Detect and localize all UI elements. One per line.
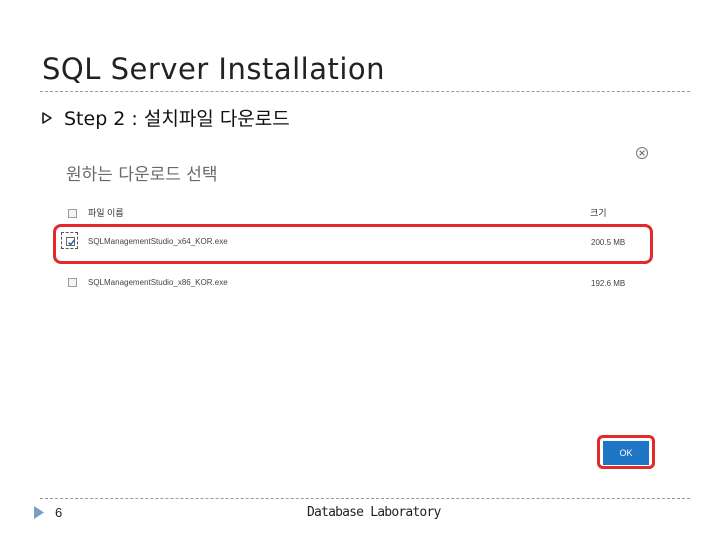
- column-header-size: 크기: [590, 208, 607, 218]
- table-header: 파일 이름 크기: [66, 206, 656, 222]
- column-header-name: 파일 이름: [88, 208, 124, 218]
- file-name: SQLManagementStudio_x86_KOR.exe: [88, 278, 228, 287]
- slide-title: SQL Server Installation: [42, 52, 386, 86]
- file-checkbox-x86[interactable]: [68, 278, 77, 287]
- triangle-right-icon: [34, 506, 44, 519]
- bullet-text: Step 2 : 설치파일 다운로드: [64, 108, 290, 130]
- download-dialog: 원하는 다운로드 선택 파일 이름 크기 SQLManagementStudio…: [52, 140, 670, 478]
- triangle-right-icon: [42, 111, 52, 124]
- highlight-selected-file: [53, 224, 653, 264]
- file-row-x86[interactable]: SQLManagementStudio_x86_KOR.exe 192.6 MB: [66, 277, 656, 295]
- footer-divider: [40, 498, 690, 499]
- close-icon[interactable]: [635, 146, 649, 160]
- bullet-step: Step 2 : 설치파일 다운로드: [40, 104, 290, 131]
- select-all-checkbox[interactable]: [68, 209, 77, 218]
- highlight-ok-button: [597, 435, 655, 469]
- dialog-title: 원하는 다운로드 선택: [66, 165, 218, 185]
- title-divider: [40, 91, 690, 92]
- file-size: 192.6 MB: [591, 279, 626, 288]
- page-number: 6: [55, 505, 63, 520]
- footer-text: Database Laboratory: [307, 505, 441, 520]
